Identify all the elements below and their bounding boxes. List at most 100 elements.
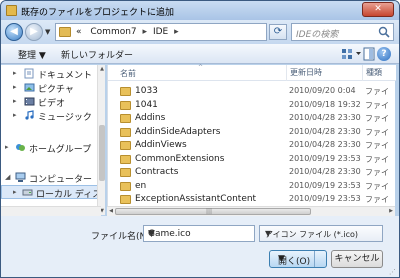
nav-item-pictures[interactable]: ▸ ピクチャ (1, 81, 98, 95)
nav-item-label: ローカル ディス (36, 190, 98, 199)
grip-icon: ||| (206, 208, 213, 215)
open-button[interactable]: 開く(O) ▼ (269, 250, 327, 268)
organize-menu[interactable]: 整理 ▼ (18, 48, 46, 61)
nav-item-computer[interactable]: ◢ コンピューター (1, 171, 98, 185)
file-date: 2010/04/28 23:30 (289, 113, 361, 122)
table-row[interactable]: ExceptionAssistantContent 2010/09/19 23:5… (108, 193, 396, 206)
preview-pane-icon[interactable] (363, 47, 375, 61)
nav-pane-scrollbar[interactable]: ▲ ▼ (97, 65, 105, 215)
table-row[interactable]: Addins 2010/04/28 23:30 ファイ (108, 112, 396, 125)
new-folder-button[interactable]: 新しいフォルダー (61, 48, 133, 61)
refresh-button[interactable]: ⟳ (269, 24, 287, 40)
column-header-name[interactable]: 名前 (120, 68, 136, 79)
file-name: ExceptionAssistantContent (135, 194, 257, 204)
expand-arrow-icon[interactable]: ▸ (13, 188, 17, 196)
filetype-select[interactable]: アイコン ファイル (*.ico) ▼ (259, 225, 383, 242)
chevron-down-icon: ▼ (265, 229, 272, 238)
pictures-icon (24, 83, 35, 92)
drive-icon (22, 189, 33, 196)
close-button[interactable]: ✕ (362, 2, 394, 17)
breadcrumb-separator[interactable]: ▸ (140, 27, 151, 37)
table-row[interactable]: CommonExtensions 2010/09/19 23:53 ファイ (108, 153, 396, 166)
breadcrumb: « Common7 ▸ IDE ▸ (76, 27, 182, 37)
file-name: AddinViews (135, 140, 187, 150)
file-date: 2010/09/19 23:53 (289, 180, 361, 190)
homegroup-icon (16, 144, 25, 151)
nav-item-music[interactable]: ▸ ミュージック (1, 109, 98, 123)
file-date: 2010/04/28 23:30 (289, 140, 361, 149)
file-date: 2010/09/19 23:53 (289, 153, 361, 163)
expand-arrow-icon[interactable]: ▸ (13, 69, 17, 77)
resize-grip-icon[interactable]: ⋰ (389, 268, 396, 276)
column-header-type[interactable]: 種類 (362, 65, 382, 81)
table-row[interactable]: en 2010/09/19 23:53 ファイ (108, 180, 396, 193)
expand-arrow-icon[interactable]: ▸ (5, 143, 9, 151)
nav-pane-horizontal-scrollbar[interactable] (1, 206, 101, 216)
table-row[interactable]: AddinViews 2010/04/28 23:30 ファイ (108, 139, 396, 152)
file-type: ファイ (365, 87, 389, 96)
file-date: 2010/09/18 19:32 (289, 99, 361, 109)
open-options-dropdown[interactable]: ▼ (278, 254, 285, 264)
search-placeholder: IDEの検索 (296, 30, 339, 40)
scrollbar-thumb[interactable] (99, 125, 105, 181)
scroll-up-icon[interactable]: ▲ (98, 65, 106, 73)
folder-icon (120, 87, 131, 96)
breadcrumb-overflow[interactable]: « (76, 27, 82, 37)
folder-icon (120, 154, 131, 164)
filename-input[interactable]: Game.ico ▼ (143, 225, 255, 242)
videos-icon (24, 97, 35, 106)
scroll-left-icon[interactable]: ◀ (107, 207, 115, 216)
split-divider (314, 251, 315, 267)
breadcrumb-item-ide[interactable]: IDE (153, 27, 168, 37)
table-row[interactable]: AddinSideAdapters 2010/04/28 23:30 ファイ (108, 126, 396, 139)
folder-icon (59, 27, 71, 37)
back-button[interactable]: ◀ (5, 23, 23, 41)
horizontal-scrollbar[interactable]: ◀ ||| ▶ (107, 206, 395, 216)
file-name: Addins (135, 113, 166, 123)
nav-item-label: ドキュメント (38, 71, 93, 81)
file-date: 2010/09/20 0:04 (289, 86, 356, 95)
expand-arrow-icon[interactable]: ▸ (13, 83, 17, 91)
cancel-button[interactable]: キャンセル (331, 250, 383, 268)
breadcrumb-item-common7[interactable]: Common7 (90, 27, 136, 37)
folder-icon (120, 168, 131, 177)
column-header-row: 名前 ^ 更新日時 種類 (108, 64, 396, 81)
file-name: AddinSideAdapters (135, 126, 221, 137)
scroll-right-icon[interactable]: ▶ (387, 207, 395, 216)
file-type: ファイ (365, 154, 389, 164)
folder-icon (6, 5, 17, 16)
table-row[interactable]: 1041 2010/09/18 19:32 ファイ (108, 99, 396, 112)
scrollbar-thumb[interactable]: ||| (115, 208, 311, 215)
chevron-down-icon[interactable]: ▼ (148, 229, 251, 239)
address-bar[interactable]: « Common7 ▸ IDE ▸ ▼ (55, 23, 309, 41)
view-options-icon[interactable] (341, 47, 363, 61)
command-bar: 整理 ▼ 新しいフォルダー ? (1, 44, 399, 64)
file-type: ファイ (365, 127, 389, 137)
help-button[interactable]: ? (377, 47, 391, 61)
nav-item-local-disk[interactable]: ▸ ローカル ディス (1, 185, 98, 199)
search-input[interactable]: IDEの検索 (291, 23, 394, 41)
nav-item-videos[interactable]: ▸ ビデオ (1, 95, 98, 109)
folder-icon (120, 141, 131, 150)
folder-icon (120, 195, 131, 204)
open-file-dialog: 既存のファイルをプロジェクトに追加 ✕ ◀ ▶ ▼ « Common7 ▸ ID… (0, 0, 400, 278)
navigation-bar: ◀ ▶ ▼ « Common7 ▸ IDE ▸ ▼ ⟳ IDEの検索 (1, 20, 399, 44)
breadcrumb-separator[interactable]: ▸ (171, 27, 182, 37)
nav-item-label: コンピューター (29, 175, 93, 185)
title-bar[interactable]: 既存のファイルをプロジェクトに追加 ✕ (1, 1, 399, 20)
folder-icon (120, 127, 131, 137)
file-type: ファイ (365, 141, 389, 150)
file-type: ファイ (365, 181, 389, 191)
nav-item-label: ミュージック (38, 113, 92, 123)
forward-button[interactable]: ▶ (25, 23, 43, 41)
table-row[interactable]: Contracts 2010/04/28 23:30 ファイ (108, 166, 396, 179)
expand-arrow-icon[interactable]: ▸ (13, 111, 17, 119)
nav-item-documents[interactable]: ▸ ドキュメント (1, 67, 98, 81)
file-type: ファイ (365, 195, 389, 204)
expand-arrow-icon[interactable]: ▸ (13, 97, 17, 105)
collapse-arrow-icon[interactable]: ◢ (5, 173, 10, 181)
table-row[interactable]: 1033 2010/09/20 0:04 ファイ (108, 85, 396, 98)
recent-pages-dropdown[interactable]: ▼ (45, 28, 50, 36)
column-header-date[interactable]: 更新日時 (286, 65, 322, 81)
nav-item-homegroup[interactable]: ▸ ホームグループ (1, 141, 98, 155)
